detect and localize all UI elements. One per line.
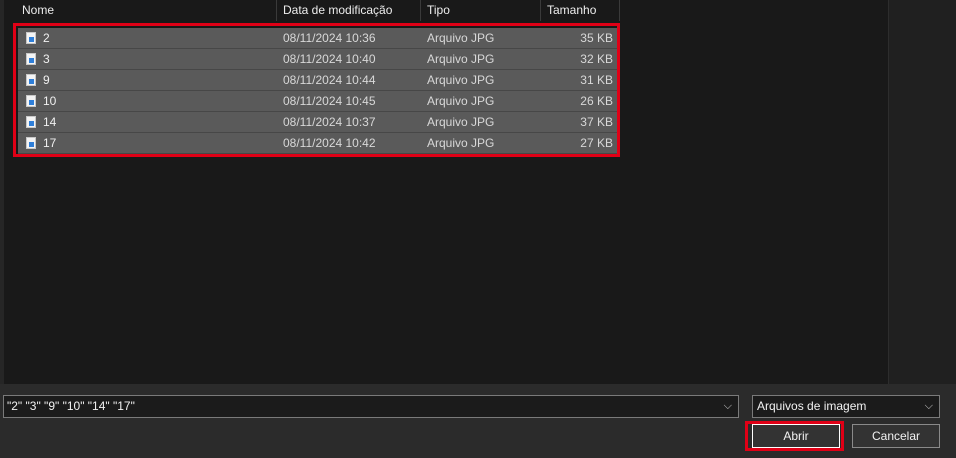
file-row[interactable]: 17 08/11/2024 10:42 Arquivo JPG 27 KB: [18, 133, 618, 154]
file-name-cell: 10: [18, 94, 277, 108]
jpg-file-icon: [26, 137, 36, 149]
file-size: 35 KB: [580, 31, 613, 45]
file-name-cell: 14: [18, 115, 277, 129]
column-header-name-label: Nome: [22, 3, 55, 17]
nav-pane-edge: [0, 0, 4, 384]
sort-caret-icon: ^: [159, 0, 169, 2]
file-date: 08/11/2024 10:45: [283, 94, 376, 108]
cancel-button[interactable]: Cancelar: [852, 424, 940, 448]
preview-pane: [888, 0, 956, 384]
column-header-type[interactable]: Tipo: [421, 0, 541, 21]
file-size: 37 KB: [580, 115, 613, 129]
file-name: 2: [43, 31, 50, 45]
chevron-down-icon[interactable]: ⌵: [724, 396, 732, 417]
chevron-down-icon: ⌵: [924, 400, 933, 412]
file-size: 32 KB: [580, 52, 613, 66]
file-size: 31 KB: [580, 73, 613, 87]
file-name-cell: 3: [18, 52, 277, 66]
column-header-size-label: Tamanho: [547, 3, 597, 17]
file-row[interactable]: 2 08/11/2024 10:36 Arquivo JPG 35 KB: [18, 28, 618, 49]
file-type: Arquivo JPG: [427, 115, 495, 129]
file-date: 08/11/2024 10:44: [283, 73, 376, 87]
filetype-select[interactable]: Arquivos de imagem ⌵: [752, 395, 940, 418]
file-name-cell: 2: [18, 31, 277, 45]
file-name-cell: 9: [18, 73, 277, 87]
column-header-date-label: Data de modificação: [283, 3, 393, 17]
filetype-selected: Arquivos de imagem: [757, 399, 867, 413]
file-name: 14: [43, 115, 57, 129]
file-row[interactable]: 10 08/11/2024 10:45 Arquivo JPG 26 KB: [18, 91, 618, 112]
file-name: 10: [43, 94, 57, 108]
file-type: Arquivo JPG: [427, 136, 495, 150]
file-size: 27 KB: [580, 136, 613, 150]
file-name: 3: [43, 52, 50, 66]
file-date: 08/11/2024 10:36: [283, 31, 376, 45]
file-date: 08/11/2024 10:42: [283, 136, 376, 150]
file-date: 08/11/2024 10:40: [283, 52, 376, 66]
jpg-file-icon: [26, 53, 36, 65]
jpg-file-icon: [26, 95, 36, 107]
file-name: 17: [43, 136, 57, 150]
column-header-type-label: Tipo: [427, 3, 450, 17]
column-header-date[interactable]: Data de modificação: [277, 0, 421, 21]
filename-input[interactable]: "2" "3" "9" "10" "14" "17" ⌵: [3, 395, 739, 418]
jpg-file-icon: [26, 116, 36, 128]
file-row[interactable]: 14 08/11/2024 10:37 Arquivo JPG 37 KB: [18, 112, 618, 133]
file-list-pane: Nome ^ Data de modificação Tipo Tamanho …: [0, 0, 888, 384]
file-type: Arquivo JPG: [427, 94, 495, 108]
filename-value: "2" "3" "9" "10" "14" "17": [7, 399, 135, 413]
file-size: 26 KB: [580, 94, 613, 108]
column-header: Nome ^ Data de modificação Tipo Tamanho: [14, 0, 620, 21]
file-name-cell: 17: [18, 136, 277, 150]
file-rows: 2 08/11/2024 10:36 Arquivo JPG 35 KB 3 0…: [18, 28, 618, 154]
file-row[interactable]: 9 08/11/2024 10:44 Arquivo JPG 31 KB: [18, 70, 618, 91]
jpg-file-icon: [26, 74, 36, 86]
open-button[interactable]: Abrir: [752, 424, 840, 448]
file-type: Arquivo JPG: [427, 52, 495, 66]
file-type: Arquivo JPG: [427, 73, 495, 87]
column-header-name[interactable]: Nome ^: [14, 0, 277, 21]
file-type: Arquivo JPG: [427, 31, 495, 45]
file-name: 9: [43, 73, 50, 87]
file-date: 08/11/2024 10:37: [283, 115, 376, 129]
file-row[interactable]: 3 08/11/2024 10:40 Arquivo JPG 32 KB: [18, 49, 618, 70]
column-header-size[interactable]: Tamanho: [541, 0, 620, 21]
jpg-file-icon: [26, 32, 36, 44]
